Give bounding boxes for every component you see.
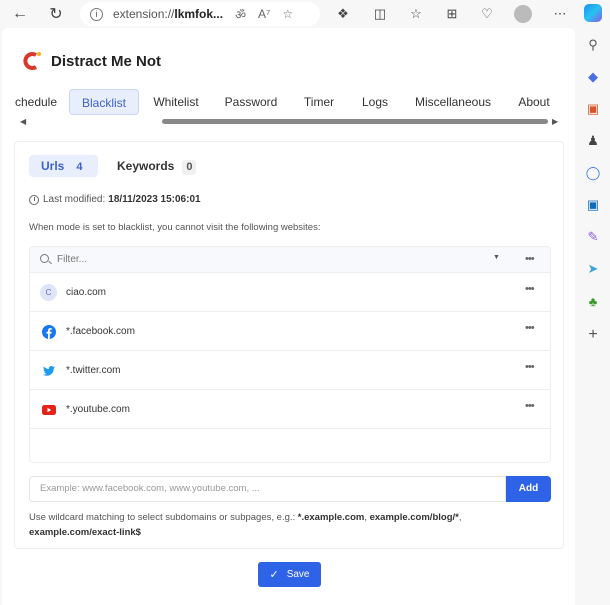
- address-bar[interactable]: i extension://lkmfok... ॐ A⁷ ☆: [80, 2, 320, 26]
- last-modified-label: Last modified:: [43, 194, 106, 205]
- designer-icon[interactable]: ✎: [584, 228, 602, 246]
- urls-count-badge: 4: [76, 161, 83, 173]
- telegram-icon[interactable]: ➤: [584, 260, 602, 278]
- subtab-keywords-label: Keywords: [117, 159, 175, 173]
- tab-about[interactable]: About: [514, 89, 554, 115]
- clock-icon: [29, 194, 39, 205]
- save-label: Save: [286, 569, 310, 580]
- hint-text: Use wildcard matching to select subdomai…: [29, 512, 298, 523]
- item-more-icon[interactable]: •••: [525, 400, 535, 412]
- tab-password[interactable]: Password: [223, 89, 279, 115]
- search-icon: [40, 254, 49, 263]
- favorites-icon[interactable]: ☆: [406, 4, 426, 24]
- last-modified-value: 18/11/2023 15:06:01: [108, 194, 201, 205]
- item-more-icon[interactable]: •••: [525, 283, 535, 295]
- tab-miscellaneous[interactable]: Miscellaneous: [414, 89, 492, 115]
- last-modified: Last modified: 18/11/2023 15:06:01: [29, 194, 201, 205]
- brand: Distract Me Not: [21, 50, 161, 72]
- search-icon[interactable]: ⚲: [584, 36, 602, 54]
- list-item-url: *.youtube.com: [66, 404, 130, 415]
- split-screen-icon[interactable]: ◫: [370, 4, 390, 24]
- filter-input[interactable]: Filter...: [57, 254, 87, 265]
- translate-icon[interactable]: ॐ: [235, 6, 246, 23]
- add-url-input[interactable]: Example: www.facebook.com, www.youtube.c…: [29, 476, 506, 502]
- read-aloud-icon[interactable]: A⁷: [258, 7, 270, 21]
- more-icon[interactable]: ⋯: [550, 4, 570, 24]
- browser-toolbar: ← ↻ i extension://lkmfok... ॐ A⁷ ☆ ❖ ◫ ☆…: [0, 0, 610, 28]
- hint-separator: ,: [458, 512, 462, 523]
- tab-blacklist[interactable]: Blacklist: [69, 89, 139, 115]
- filter-more-icon[interactable]: •••: [525, 253, 535, 265]
- edge-sidebar: ⚲ ◆ ▣ ♟ ◯ ▣ ✎ ➤ ♣ +: [576, 28, 610, 605]
- hint-example: example.com/exact-link$: [29, 527, 141, 538]
- item-more-icon[interactable]: •••: [525, 322, 535, 334]
- outlook-icon[interactable]: ▣: [584, 196, 602, 214]
- list-item-url: *.twitter.com: [66, 365, 121, 376]
- info-icon[interactable]: i: [90, 7, 103, 21]
- main-tabs: chedule Blacklist Whitelist Password Tim…: [2, 89, 575, 115]
- games-icon[interactable]: ♟: [584, 132, 602, 150]
- tab-timer[interactable]: Timer: [298, 89, 340, 115]
- browser-essentials-icon[interactable]: ♡: [477, 4, 497, 24]
- shopping-icon[interactable]: ◆: [584, 68, 602, 86]
- add-button[interactable]: Add: [506, 476, 551, 502]
- item-more-icon[interactable]: •••: [525, 361, 535, 373]
- twitter-icon: [40, 362, 57, 379]
- subtab-urls-label: Urls: [41, 159, 65, 173]
- list-item-url: *.facebook.com: [66, 326, 135, 337]
- back-icon[interactable]: ←: [9, 4, 31, 24]
- tabs-scrollbar[interactable]: [162, 119, 548, 124]
- tools-icon[interactable]: ▣: [584, 100, 602, 118]
- refresh-icon[interactable]: ↻: [45, 4, 67, 24]
- scroll-left-arrow-icon[interactable]: ◀: [20, 117, 26, 126]
- subtab-keywords[interactable]: Keywords 0: [105, 155, 208, 177]
- wildcard-hint: Use wildcard matching to select subdomai…: [29, 510, 549, 540]
- save-button[interactable]: ✓ Save: [258, 562, 321, 587]
- copilot-icon[interactable]: [584, 4, 602, 22]
- magnet-logo-icon: [23, 52, 41, 70]
- url-list: Filter... ▼ ••• C ciao.com ••• *.faceboo…: [29, 246, 551, 463]
- tab-schedule[interactable]: chedule: [14, 89, 58, 115]
- letter-avatar-icon: C: [40, 284, 57, 301]
- list-item: *.youtube.com •••: [30, 390, 550, 429]
- scroll-right-arrow-icon[interactable]: ▶: [552, 117, 558, 126]
- list-item: *.twitter.com •••: [30, 351, 550, 390]
- facebook-icon: [40, 323, 57, 340]
- app-title: Distract Me Not: [51, 52, 162, 70]
- filter-bar: Filter... ▼ •••: [30, 247, 550, 273]
- blacklist-description: When mode is set to blacklist, you canno…: [29, 222, 321, 233]
- tab-whitelist[interactable]: Whitelist: [148, 89, 204, 115]
- url-text: extension://lkmfok...: [113, 7, 224, 21]
- tree-icon[interactable]: ♣: [584, 292, 602, 310]
- add-icon[interactable]: +: [584, 326, 602, 344]
- collections-icon[interactable]: ⊞: [442, 4, 462, 24]
- tab-logs[interactable]: Logs: [359, 89, 391, 115]
- extensions-icon[interactable]: ❖: [333, 4, 353, 24]
- filter-dropdown-icon[interactable]: ▼: [493, 254, 500, 261]
- list-item: *.facebook.com •••: [30, 312, 550, 351]
- list-item: C ciao.com •••: [30, 273, 550, 312]
- hint-example: example.com/blog/*: [369, 512, 459, 523]
- favorite-star-icon[interactable]: ☆: [282, 7, 293, 21]
- profile-avatar[interactable]: [514, 5, 532, 23]
- youtube-icon: [40, 401, 57, 418]
- hint-example: *.example.com: [297, 512, 365, 523]
- keywords-count-badge: 0: [182, 160, 197, 175]
- list-item-url: ciao.com: [66, 287, 107, 298]
- check-icon: ✓: [269, 569, 279, 581]
- subtab-urls[interactable]: Urls 4: [29, 155, 99, 177]
- extension-page: Distract Me Not chedule Blacklist Whitel…: [2, 28, 575, 605]
- blacklist-panel: Urls 4 Keywords 0 Last modified: 18/11/202…: [14, 141, 564, 549]
- microsoft365-icon[interactable]: ◯: [584, 164, 602, 182]
